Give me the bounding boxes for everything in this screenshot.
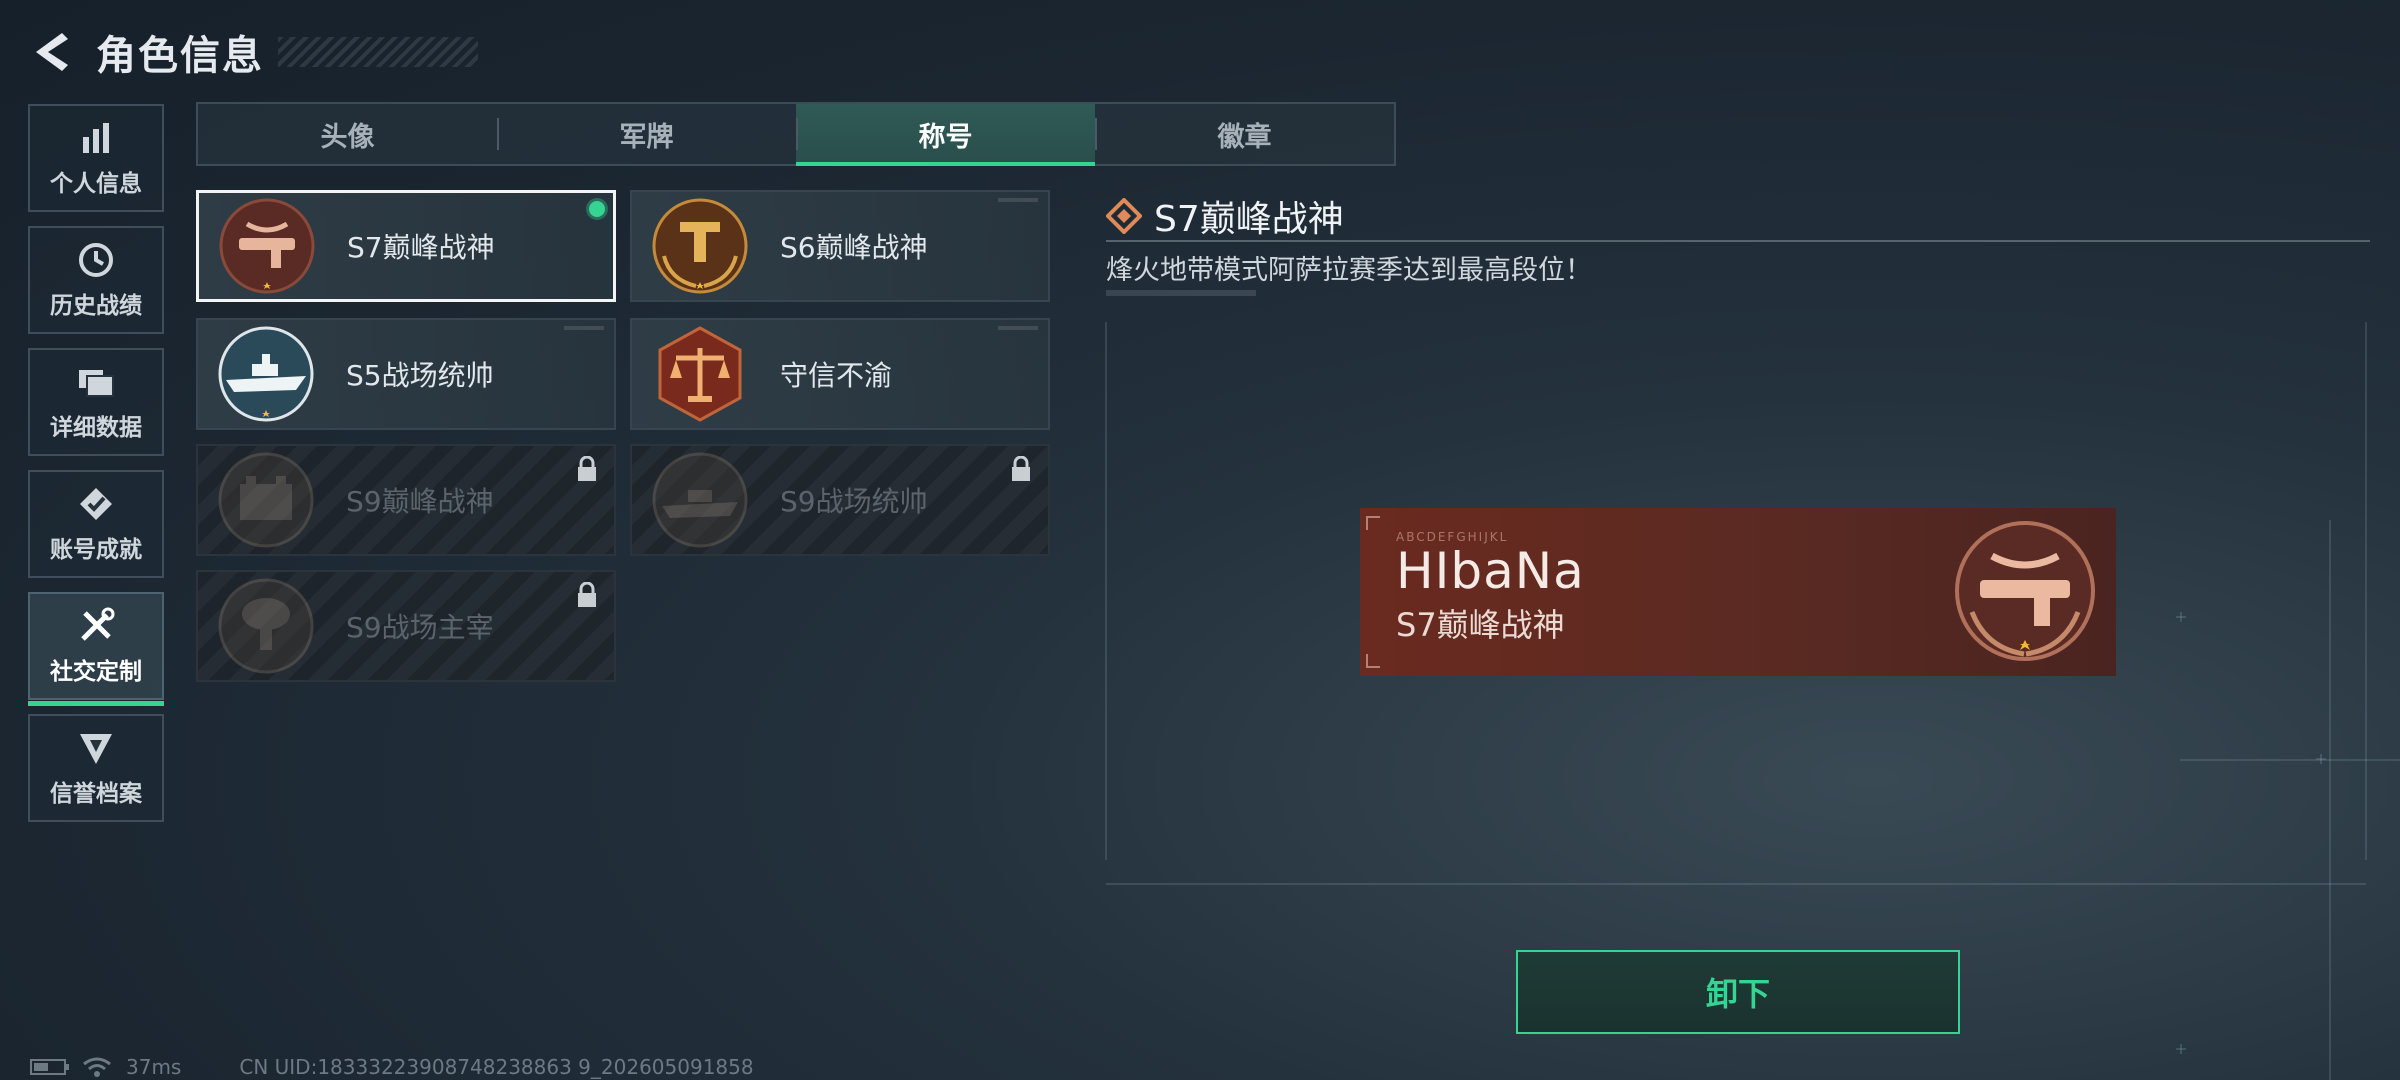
title-card-s5-commander[interactable]: S5战场统帅 bbox=[196, 318, 616, 430]
title-card-label: S9巅峰战神 bbox=[346, 485, 494, 518]
clock-icon bbox=[76, 240, 116, 280]
header: 角色信息 bbox=[28, 22, 478, 82]
title-card-s6-peak[interactable]: S6巅峰战神 bbox=[630, 190, 1050, 302]
title-card-label: S5战场统帅 bbox=[346, 359, 494, 392]
battery-icon bbox=[30, 1059, 69, 1075]
sidebar-item-history[interactable]: 历史战绩 bbox=[28, 226, 164, 334]
tab-title[interactable]: 称号 bbox=[796, 104, 1095, 166]
sidebar-item-detailed-data[interactable]: 详细数据 bbox=[28, 348, 164, 456]
fortress-emblem-icon bbox=[216, 450, 316, 550]
title-card-label: S7巅峰战神 bbox=[347, 231, 495, 264]
sidebar-item-label: 详细数据 bbox=[50, 415, 142, 441]
sidebar-item-label: 历史战绩 bbox=[50, 293, 142, 319]
laurel-emblem-icon bbox=[650, 196, 750, 296]
warship-emblem-icon bbox=[216, 324, 316, 424]
title-card-label: S9战场统帅 bbox=[780, 485, 928, 518]
diamond-icon bbox=[1106, 198, 1142, 234]
title-card-s9-dominator[interactable]: S9战场主宰 bbox=[196, 570, 616, 682]
tools-icon bbox=[76, 606, 116, 646]
title-card-label: S9战场主宰 bbox=[346, 611, 494, 644]
title-card-s9-peak[interactable]: S9巅峰战神 bbox=[196, 444, 616, 556]
sidebar-item-label: 个人信息 bbox=[50, 171, 142, 197]
detail-header: S7巅峰战神 bbox=[1106, 190, 1344, 242]
sidebar-item-reputation[interactable]: 信誉档案 bbox=[28, 714, 164, 822]
title-card-label: 守信不渝 bbox=[780, 359, 893, 392]
lock-icon bbox=[578, 456, 596, 481]
mushroom-cloud-emblem-icon bbox=[216, 576, 316, 676]
detail-description: 烽火地带模式阿萨拉赛季达到最高段位！ bbox=[1106, 255, 1592, 286]
battleship-emblem-icon bbox=[650, 450, 750, 550]
back-arrow-icon bbox=[36, 33, 68, 71]
lock-icon bbox=[1012, 456, 1030, 481]
title-card-label: S6巅峰战神 bbox=[780, 231, 928, 264]
detail-title: S7巅峰战神 bbox=[1154, 199, 1344, 240]
detail-decoration bbox=[1106, 290, 1256, 296]
card-decoration bbox=[564, 326, 604, 330]
back-button[interactable] bbox=[28, 28, 76, 76]
crossbow-emblem-icon bbox=[217, 196, 317, 296]
equipped-indicator bbox=[589, 201, 605, 217]
player-name: HIbaNa bbox=[1396, 542, 1585, 600]
card-decoration bbox=[998, 326, 1038, 330]
card-decoration bbox=[998, 198, 1038, 202]
sidebar-item-achievements[interactable]: 账号成就 bbox=[28, 470, 164, 578]
title-card-trustworthy[interactable]: 守信不渝 bbox=[630, 318, 1050, 430]
ping-text: 37ms bbox=[126, 1055, 182, 1079]
unequip-button[interactable]: 卸下 bbox=[1516, 950, 1960, 1034]
uid-text: CN UID:18333223908748238863 9_2026050918… bbox=[239, 1055, 754, 1079]
scales-emblem-icon bbox=[650, 324, 750, 424]
detail-divider bbox=[1106, 240, 2370, 242]
title-card-s7-peak[interactable]: S7巅峰战神 bbox=[196, 190, 616, 302]
tab-dog-tag[interactable]: 军牌 bbox=[497, 104, 796, 164]
title-decoration bbox=[278, 37, 478, 67]
plate-title: S7巅峰战神 bbox=[1396, 606, 1565, 644]
folder-icon bbox=[76, 362, 116, 402]
tab-avatar[interactable]: 头像 bbox=[198, 104, 497, 164]
sidebar-item-label: 信誉档案 bbox=[50, 781, 142, 807]
sidebar-item-label: 账号成就 bbox=[50, 537, 142, 563]
sidebar-item-personal-info[interactable]: 个人信息 bbox=[28, 104, 164, 212]
sidebar-item-label: 社交定制 bbox=[50, 659, 142, 685]
title-card-s9-commander[interactable]: S9战场统帅 bbox=[630, 444, 1050, 556]
plate-corner bbox=[1366, 516, 1380, 530]
status-bar: 37ms CN UID:18333223908748238863 9_20260… bbox=[30, 1054, 754, 1080]
bar-chart-icon bbox=[76, 118, 116, 158]
lock-icon bbox=[578, 582, 596, 607]
page-title: 角色信息 bbox=[96, 33, 264, 79]
crossbow-emblem-icon bbox=[1955, 521, 2095, 661]
plate-corner bbox=[1366, 654, 1380, 668]
sidebar-item-social-custom[interactable]: 社交定制 bbox=[28, 592, 164, 706]
badge-icon bbox=[76, 484, 116, 524]
tab-bar: 头像 军牌 称号 徽章 bbox=[196, 102, 1396, 166]
wifi-icon bbox=[83, 1057, 111, 1077]
shield-icon bbox=[76, 728, 116, 768]
tab-badge[interactable]: 徽章 bbox=[1095, 104, 1394, 164]
name-plate-preview: ABCDEFGHIJKL HIbaNa S7巅峰战神 bbox=[1360, 508, 2116, 676]
